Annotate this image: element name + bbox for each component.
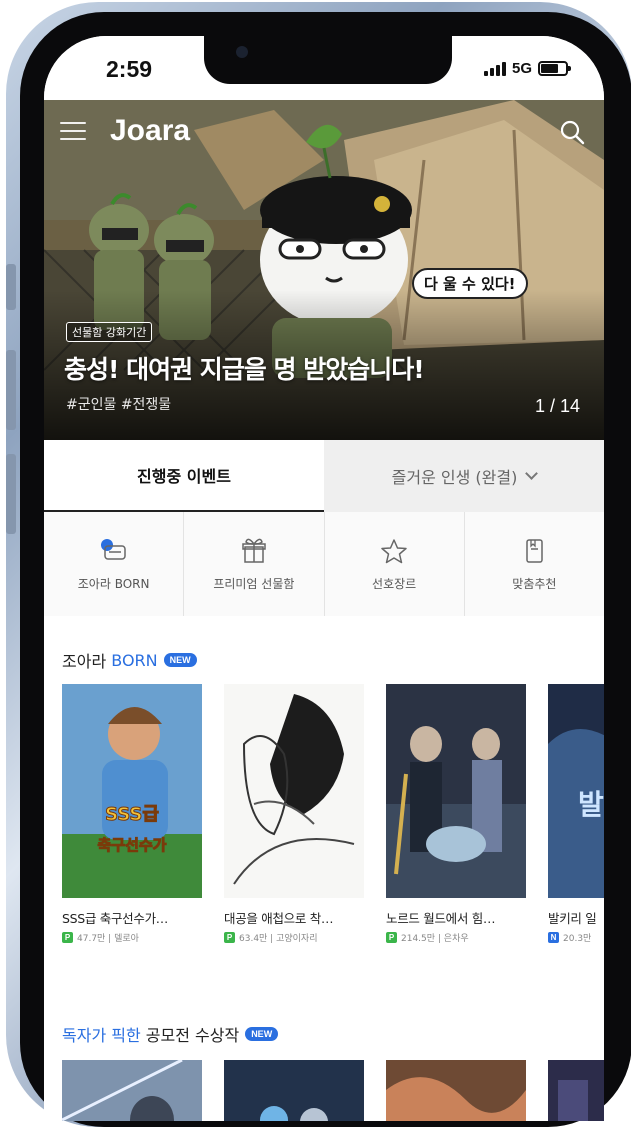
- tab-label: 즐거운 인생 (완결): [391, 468, 518, 487]
- book-title: SSS급 축구선수가…: [62, 911, 168, 926]
- signal-icon: [483, 61, 506, 76]
- volume-up-button: [6, 350, 16, 430]
- book-cover: [386, 1060, 526, 1121]
- book-stats: 214.5만 | 은차우: [401, 934, 469, 944]
- network-type: 5G: [511, 60, 532, 77]
- book-card[interactable]: [224, 1060, 364, 1121]
- battery-icon: [538, 61, 571, 76]
- book-cover: [548, 1060, 604, 1121]
- event-tabs: 진행중 이벤트 즐거운 인생 (완결): [44, 440, 604, 512]
- book-title: 발키리 일: [548, 911, 597, 926]
- quick-item-label: 선호장르: [372, 576, 417, 591]
- section-title-highlight: BORN: [111, 650, 158, 670]
- book-card[interactable]: SSS급 축구선수가 SSS급 축구선수가… P 47.7만 | 델로아: [62, 684, 202, 944]
- book-stats: 47.7만 | 델로아: [77, 934, 139, 944]
- banner-page-counter: 1 / 14: [534, 396, 580, 416]
- born-icon: [100, 538, 126, 560]
- book-card[interactable]: 대공을 애첩으로 착… P 63.4만 | 고양이자리: [224, 684, 364, 944]
- book-cover: [224, 684, 364, 898]
- premium-badge: P: [224, 932, 235, 943]
- normal-badge: N: [548, 932, 559, 943]
- book-meta: P 63.4만 | 고양이자리: [224, 931, 364, 944]
- book-card[interactable]: 노르드 월드에서 힘… P 214.5만 | 은차우: [386, 684, 526, 944]
- tab-label: 진행중 이벤트: [137, 467, 231, 486]
- chevron-down-icon: [525, 467, 539, 480]
- quick-item-born[interactable]: 조아라 BORN: [44, 512, 185, 616]
- book-cover: [62, 1060, 202, 1121]
- quick-item-label: 조아라 BORN: [77, 576, 150, 591]
- section-title-contest: 독자가 픽한 공모전 수상작 NEW: [62, 1022, 279, 1046]
- section-title-lead: 조아라: [62, 652, 112, 671]
- joara-logo[interactable]: Joara: [110, 114, 190, 148]
- svg-text:발키: 발키: [578, 788, 604, 821]
- book-cover: [386, 684, 526, 898]
- bookmark-list-icon: [526, 538, 544, 563]
- svg-text:축구선수가: 축구선수가: [97, 836, 166, 854]
- volume-down-button: [6, 454, 16, 534]
- premium-badge: P: [62, 932, 73, 943]
- book-card[interactable]: [62, 1060, 202, 1121]
- front-camera: [236, 46, 248, 58]
- section-title-accent: 독자가 픽한: [62, 1026, 141, 1045]
- gift-icon: [242, 538, 266, 563]
- book-cover: SSS급 축구선수가: [62, 684, 202, 898]
- event-badge: 선물함 강화기간: [66, 322, 153, 342]
- speech-bubble: 다 울 수 있다!: [412, 268, 528, 299]
- tab-series-select[interactable]: 즐거운 인생 (완결): [324, 440, 604, 512]
- new-badge: NEW: [245, 1027, 279, 1041]
- notch: [204, 36, 452, 84]
- star-icon: [381, 538, 407, 563]
- born-carousel: SSS급 축구선수가 SSS급 축구선수가… P 47.7만 | 델로아 대공을…: [62, 684, 604, 944]
- book-meta: P 214.5만 | 은차우: [386, 931, 526, 944]
- section-title-lead: 공모전 수상작: [140, 1026, 240, 1045]
- book-card[interactable]: [386, 1060, 526, 1121]
- banner-title: 충성! 대여권 지급을 명 받았습니다!: [64, 355, 425, 384]
- hero-banner[interactable]: Joara 다 울 수 있다! 선물함 강화기간 충성! 대여권 지급을 명 받…: [44, 100, 604, 440]
- search-icon[interactable]: [558, 118, 586, 146]
- banner-tags: #군인물 #전쟁물: [66, 397, 172, 413]
- section-title-born: 조아라 BORN NEW: [62, 648, 197, 672]
- book-meta: N 20.3만: [548, 931, 604, 944]
- book-title: 노르드 월드에서 힘…: [386, 911, 496, 926]
- quick-item-gift[interactable]: 프리미엄 선물함: [184, 512, 325, 616]
- quick-item-recommend[interactable]: 맞춤추천: [464, 512, 604, 616]
- mute-switch: [6, 264, 16, 310]
- premium-badge: P: [386, 932, 397, 943]
- book-cover: [224, 1060, 364, 1121]
- book-card[interactable]: 발키 발키리 일 N 20.3만: [548, 684, 604, 944]
- book-stats: 63.4만 | 고양이자리: [239, 934, 318, 944]
- contest-carousel: [62, 1060, 604, 1121]
- hamburger-menu-icon[interactable]: [60, 122, 86, 142]
- book-title: 대공을 애첩으로 착…: [224, 911, 334, 926]
- quick-item-label: 맞춤추천: [512, 576, 557, 591]
- book-cover: 발키: [548, 684, 604, 898]
- new-badge: NEW: [163, 653, 197, 667]
- svg-text:SSS급: SSS급: [105, 804, 159, 825]
- tab-ongoing-events[interactable]: 진행중 이벤트: [44, 440, 324, 512]
- book-stats: 20.3만: [563, 934, 592, 944]
- status-time: 2:59: [106, 56, 153, 82]
- status-indicators: 5G: [483, 60, 571, 77]
- quick-item-label: 프리미엄 선물함: [213, 576, 295, 591]
- quick-item-genre[interactable]: 선호장르: [324, 512, 465, 616]
- app-screen: 2:59 5G Joara 다 울 수 있다! 선물함 강화기간 충성! 대여권…: [44, 36, 604, 1121]
- book-card[interactable]: [548, 1060, 604, 1121]
- quick-menu: 조아라 BORN 프리미엄 선물함 선호장르 맞춤추천: [44, 512, 604, 616]
- book-meta: P 47.7만 | 델로아: [62, 931, 202, 944]
